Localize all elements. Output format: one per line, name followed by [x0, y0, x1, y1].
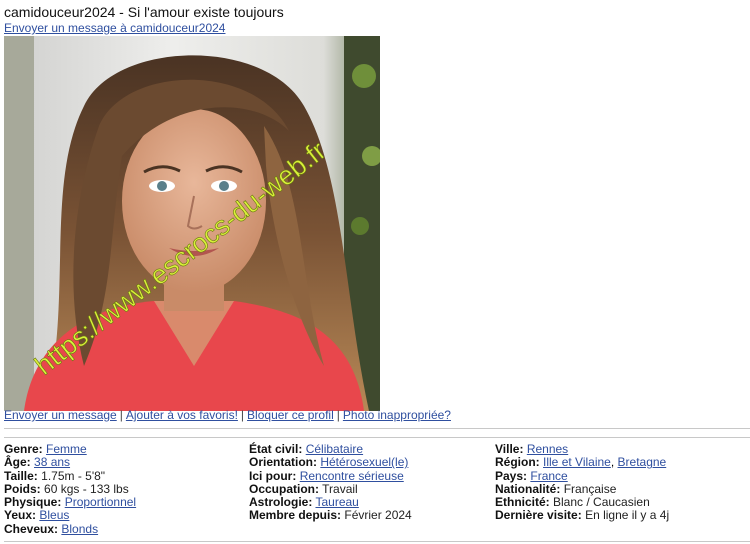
detail-row-ethnicite: Ethnicité: Blanc / Caucasien [495, 495, 650, 510]
profile-title: camidouceur2024 - Si l'amour existe touj… [4, 4, 284, 20]
detail-value-link[interactable]: Bleus [39, 508, 69, 522]
divider-top [4, 428, 750, 429]
detail-row: Occupation: Travail [249, 481, 358, 496]
detail-row: Yeux: Bleus [4, 508, 70, 523]
detail-value-link[interactable]: Célibataire [306, 442, 363, 456]
detail-row-nationalite: Nationalité: Française [495, 481, 617, 496]
city-link[interactable]: Rennes [527, 442, 568, 456]
details-column-3: Ville: Rennes Région: Ille et Vilaine, B… [495, 442, 670, 523]
detail-row: Cheveux: Blonds [4, 521, 99, 536]
details-column-2: État civil: Célibataire Orientation: Hété… [249, 442, 412, 523]
detail-row-pays: Pays: France [495, 468, 568, 483]
detail-row-ville: Ville: Rennes [495, 442, 569, 456]
detail-row: Taille: 1.75m - 5'8" [4, 468, 106, 483]
detail-value-link[interactable]: Hétérosexuel(le) [320, 455, 408, 469]
detail-value-link[interactable]: Femme [46, 442, 87, 456]
detail-row: Âge: 38 ans [4, 455, 71, 470]
send-message-button[interactable]: Envoyer un message [4, 408, 117, 422]
detail-row: État civil: Célibataire [249, 442, 364, 456]
divider-second [4, 437, 750, 438]
profile-photo[interactable]: https://www.escrocs-du-web.fr [4, 36, 380, 411]
detail-value: Février 2024 [344, 508, 412, 523]
send-message-to-user-link[interactable]: Envoyer un message à camidouceur2024 [4, 21, 225, 35]
divider-bottom [4, 541, 750, 542]
detail-row: Physique: Proportionnel [4, 495, 137, 510]
detail-value-link[interactable]: 38 ans [34, 455, 70, 469]
detail-row-region: Région: Ille et Vilaine, Bretagne [495, 455, 667, 470]
block-profile-button[interactable]: Bloquer ce profil [247, 408, 334, 422]
detail-value: 1.75m - 5'8" [41, 468, 106, 483]
detail-value-link[interactable]: Rencontre sérieuse [300, 469, 404, 483]
region-link[interactable]: Bretagne [618, 455, 667, 469]
detail-row-derniere-visite: Dernière visite: En ligne il y a 4j [495, 508, 670, 523]
detail-row: Astrologie: Taureau [249, 495, 359, 510]
detail-value: 60 kgs - 133 lbs [44, 481, 129, 496]
detail-value-link[interactable]: Proportionnel [65, 495, 136, 509]
detail-row: Poids: 60 kgs - 133 lbs [4, 481, 129, 496]
detail-value-link[interactable]: Taureau [315, 495, 358, 509]
profile-actions-bar: Envoyer un message | Ajouter à vos favoris… [4, 408, 451, 422]
country-link[interactable]: France [530, 469, 567, 483]
detail-row: Membre depuis: Février 2024 [249, 508, 412, 523]
add-favorite-button[interactable]: Ajouter à vos favoris! [126, 408, 238, 422]
details-column-1: Genre: Femme Âge: 38 ans Taille: 1.75m - 5… [4, 442, 137, 536]
report-photo-button[interactable]: Photo inappropriée? [343, 408, 451, 422]
detail-row: Ici pour: Rencontre sérieuse [249, 468, 404, 483]
detail-value: Travail [322, 481, 358, 496]
department-link[interactable]: Ille et Vilaine [543, 455, 611, 469]
detail-row: Orientation: Hétérosexuel(le) [249, 455, 409, 470]
profile-photo-image [4, 36, 380, 411]
detail-value-link[interactable]: Blonds [61, 522, 98, 536]
